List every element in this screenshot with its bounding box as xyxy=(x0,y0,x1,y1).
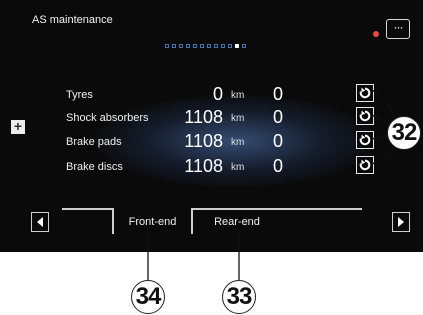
callout-34: 34 xyxy=(131,280,165,314)
leader-line xyxy=(371,89,396,121)
callout-33: 33 xyxy=(222,280,256,314)
callout-32: 32 xyxy=(387,116,421,150)
leader-line xyxy=(371,144,396,165)
callout-leaders xyxy=(147,89,396,280)
